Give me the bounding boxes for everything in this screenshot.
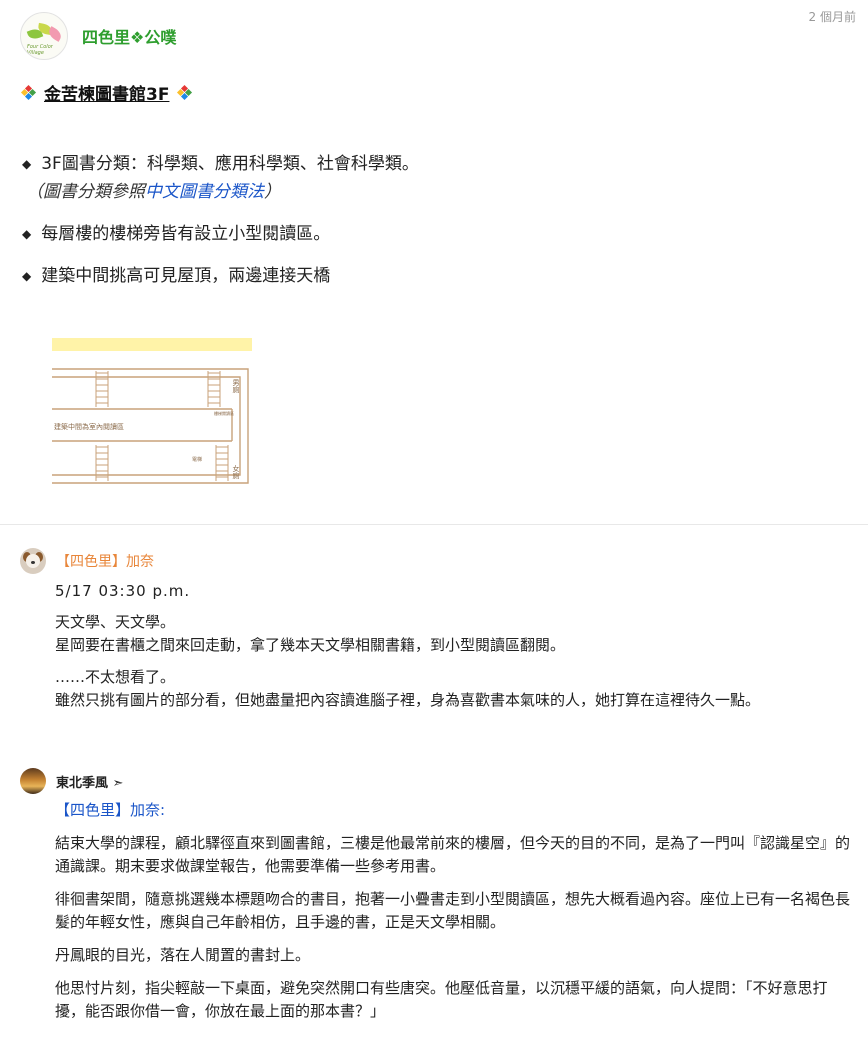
post-header: Four Color Village 四色里❖公噗 (20, 12, 176, 60)
comment-body: 5/17 03:30 p.m. 天文學、天文學。 星岡要在書櫃之間來回走動，拿了… (55, 580, 850, 712)
comment-paragraph: ……不太想看了。 雖然只挑有圖片的部分看，但她盡量把內容讀進腦子裡，身為喜歡書本… (55, 666, 850, 712)
bullet-item: ◆ 建築中間挑高可見屋頂，兩邊連接天橋 (22, 262, 419, 290)
comment-header: 東北季風 ➣ (20, 768, 850, 794)
map-highlight-band (52, 338, 252, 351)
commenter-avatar[interactable] (20, 548, 46, 574)
bullet-text: 3F圖書分類：科學類、應用科學類、社會科學類。 (41, 154, 419, 174)
bullet-text: 建築中間挑高可見屋頂，兩邊連接天橋 (41, 266, 331, 286)
section-divider (0, 524, 868, 525)
comment-line: 雖然只挑有圖片的部分看，但她盡量把內容讀進腦子裡，身為喜歡書本氣味的人，她打算在… (55, 691, 761, 709)
commenter-name[interactable]: 【四色里】加奈 (56, 551, 154, 571)
comment-paragraph: 他思忖片刻，指尖輕敲一下桌面，避免突然開口有些唐突。他壓低音量，以沉穩平緩的語氣… (55, 979, 828, 1020)
note-prefix: （圖書分類參照 (26, 182, 145, 202)
comment-line: ……不太想看了。 (55, 668, 176, 686)
post-timestamp[interactable]: 2 個月前 (809, 8, 856, 25)
post-title: 金苦楝圖書館3F (20, 80, 193, 105)
leaf-icon (46, 26, 64, 42)
bullet-text: 每層樓的樓梯旁皆有設立小型閱讀區。 (41, 224, 331, 244)
comment: 東北季風 ➣ 【四色里】加奈: 結束大學的課程，顧北驛徑直來到圖書館，三樓是他最… (20, 768, 850, 1033)
map-female-restroom-label: 女廁 (232, 464, 240, 480)
diamond-bullet-icon: ◆ (22, 157, 32, 171)
classification-link[interactable]: 中文圖書分類法 (145, 182, 264, 202)
map-small-label: 電梯 (192, 456, 202, 463)
floor-map-image[interactable]: 建築中間為室內閱讀區 樓梯閱讀區 電梯 男廁 女廁 (52, 337, 254, 489)
four-diamond-icon (20, 84, 37, 101)
comment-date: 5/17 03:30 p.m. (55, 582, 191, 600)
reply-to-mention[interactable]: 【四色里】加奈: (55, 799, 850, 822)
comment-body: 【四色里】加奈: 結束大學的課程，顧北驛徑直來到圖書館，三樓是他最常前來的樓層，… (55, 799, 850, 1023)
comment-paragraph: 徘徊書架間，隨意挑選幾本標題吻合的書目，抱著一小疊書走到小型閱讀區，想先大概看過… (55, 890, 851, 931)
author-name[interactable]: 四色里❖公噗 (82, 24, 176, 48)
comment-header: 【四色里】加奈 (20, 548, 850, 574)
comment-paragraph: 結束大學的課程，顧北驛徑直來到圖書館，三樓是他最常前來的樓層，但今天的目的不同，… (55, 834, 851, 875)
post-title-text: 金苦楝圖書館3F (44, 85, 170, 105)
comment-line: 天文學、天文學。 (55, 613, 176, 631)
diamond-bullet-icon: ◆ (22, 269, 32, 283)
four-diamond-icon (177, 84, 193, 101)
commenter-name[interactable]: 東北季風 ➣ (56, 772, 123, 791)
classification-note: （圖書分類參照中文圖書分類法） (22, 178, 419, 206)
comment: 【四色里】加奈 5/17 03:30 p.m. 天文學、天文學。 星岡要在書櫃之… (20, 548, 850, 721)
bullet-item: ◆ 每層樓的樓梯旁皆有設立小型閱讀區。 (22, 220, 419, 248)
diamond-bullet-icon: ◆ (22, 227, 32, 241)
map-male-restroom-label: 男廁 (232, 379, 240, 394)
map-center-label: 建築中間為室內閱讀區 (54, 422, 124, 431)
comment-paragraph: 丹鳳眼的目光，落在人閒置的書封上。 (55, 946, 311, 964)
avatar-logo-text: Four Color Village (27, 44, 53, 56)
comment-paragraph: 天文學、天文學。 星岡要在書櫃之間來回走動，拿了幾本天文學相關書籍，到小型閱讀區… (55, 611, 850, 657)
comment-line: 星岡要在書櫃之間來回走動，拿了幾本天文學相關書籍，到小型閱讀區翻閱。 (55, 636, 566, 654)
note-suffix: ） (264, 182, 281, 202)
author-avatar[interactable]: Four Color Village (20, 12, 68, 60)
post-bullets: ◆ 3F圖書分類：科學類、應用科學類、社會科學類。 （圖書分類參照中文圖書分類法… (22, 150, 419, 290)
commenter-avatar[interactable] (20, 768, 46, 794)
bullet-item: ◆ 3F圖書分類：科學類、應用科學類、社會科學類。 (22, 150, 419, 178)
map-small-label: 樓梯閱讀區 (214, 410, 234, 416)
